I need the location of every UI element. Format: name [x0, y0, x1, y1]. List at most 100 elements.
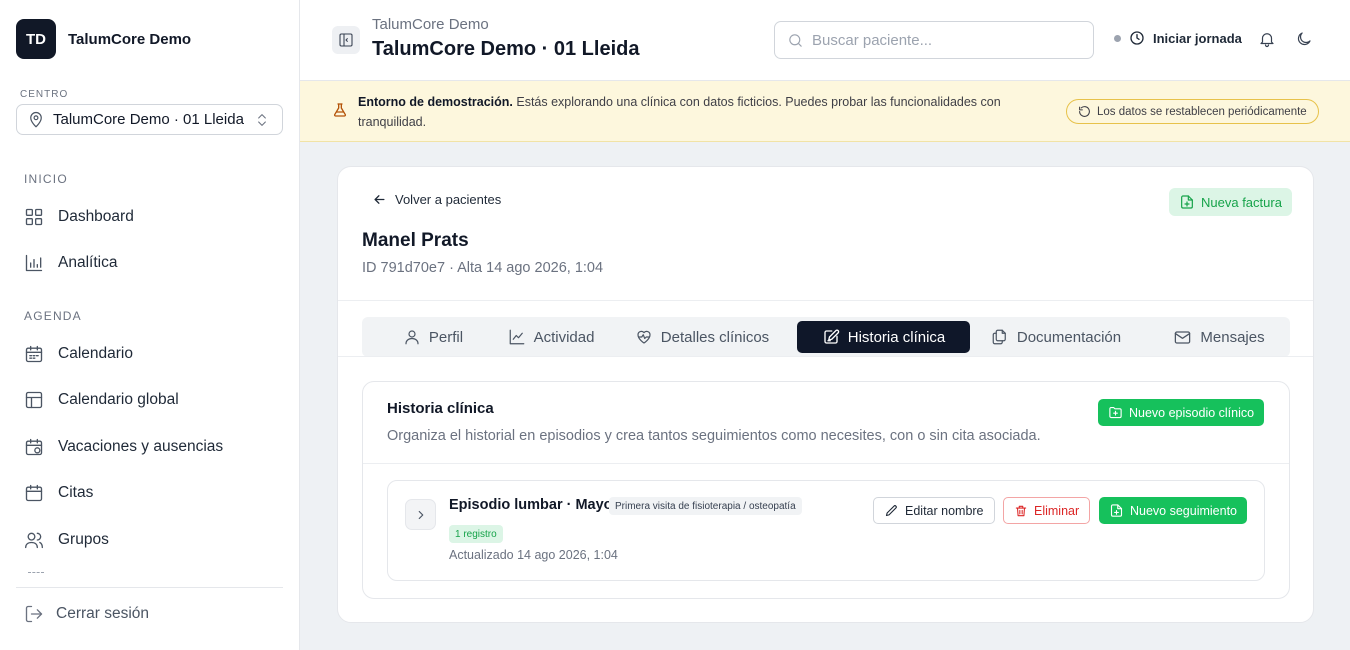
calendar-icon: [24, 483, 44, 503]
calendar-icon: [24, 344, 44, 364]
panel-left-icon: [338, 32, 354, 48]
sidebar-item-label: Dashboard: [58, 208, 134, 225]
new-followup-button[interactable]: Nuevo seguimiento: [1099, 497, 1248, 524]
centro-value: TalumCore Demo · 01 Lleida: [53, 111, 244, 128]
sidebar-divider: [16, 587, 283, 588]
tab-actividad[interactable]: Actividad: [490, 321, 612, 353]
search-input[interactable]: [812, 31, 1072, 49]
breadcrumb: TalumCore Demo: [372, 16, 489, 33]
search-box[interactable]: [774, 21, 1094, 59]
map-pin-icon: [27, 111, 45, 129]
section-description: Organiza el historial en episodios y cre…: [387, 428, 1041, 444]
layout-icon: [24, 390, 44, 410]
sidebar-item-label: Calendario: [58, 345, 133, 362]
trash-icon: [1014, 504, 1028, 518]
demo-banner-text: Entorno de demostración. Estás explorand…: [358, 92, 1018, 132]
start-shift-label: Iniciar jornada: [1153, 30, 1242, 46]
new-followup-label: Nuevo seguimiento: [1130, 503, 1238, 518]
heart-pulse-icon: [635, 328, 653, 346]
delete-episode-button[interactable]: Eliminar: [1003, 497, 1091, 524]
patient-tabs: Perfil Actividad Detalles clínicos Histo…: [362, 317, 1290, 357]
clinical-history-panel: Historia clínica Organiza el historial e…: [362, 381, 1290, 599]
new-invoice-label: Nueva factura: [1201, 194, 1282, 210]
patient-card: Volver a pacientes Nueva factura Manel P…: [337, 166, 1314, 623]
tab-label: Actividad: [533, 328, 595, 346]
divider: [363, 463, 1289, 464]
episode-card: Episodio lumbar · Mayo Primera visita de…: [387, 480, 1265, 581]
calendar-x-icon: [24, 437, 44, 457]
edit-name-label: Editar nombre: [905, 503, 984, 518]
back-to-patients-link[interactable]: Volver a pacientes: [372, 192, 501, 207]
users-icon: [24, 530, 44, 550]
status-dot: [1114, 34, 1121, 42]
sidebar-item-calendario[interactable]: Calendario: [24, 339, 284, 369]
tab-label: Documentación: [1016, 328, 1122, 346]
top-header: TalumCore Demo TalumCore Demo · 01 Lleid…: [300, 0, 1350, 81]
centro-label: CENTRO: [20, 89, 69, 100]
reset-notice-badge: Los datos se restablecen periódicamente: [1066, 99, 1319, 124]
bell-icon[interactable]: [1258, 30, 1278, 50]
rotate-ccw-icon: [1078, 105, 1091, 118]
centro-select[interactable]: TalumCore Demo · 01 Lleida: [16, 104, 283, 135]
new-episode-label: Nuevo episodio clínico: [1129, 405, 1255, 420]
delete-label: Eliminar: [1034, 503, 1080, 518]
patient-name: Manel Prats: [362, 230, 469, 251]
tab-label: Detalles clínicos: [660, 328, 770, 346]
arrow-left-icon: [372, 192, 387, 207]
record-count-badge: 1 registro: [449, 525, 503, 543]
edit-note-icon: [822, 328, 840, 346]
section-title: Historia clínica: [387, 400, 494, 417]
search-icon: [787, 32, 804, 49]
brand-name: TalumCore Demo: [68, 30, 192, 48]
sidebar-item-calendario-global[interactable]: Calendario global: [24, 385, 284, 415]
logout-label: Cerrar sesión: [56, 605, 150, 622]
tab-mensajes[interactable]: Mensajes: [1162, 321, 1276, 353]
tab-detalles-clinicos[interactable]: Detalles clínicos: [622, 321, 782, 353]
sidebar-item-label: Grupos: [58, 531, 109, 548]
episode-title: Episodio lumbar · Mayo: [449, 497, 613, 513]
tab-historia-clinica[interactable]: Historia clínica: [797, 321, 970, 353]
start-shift-button[interactable]: Iniciar jornada: [1114, 30, 1242, 46]
expand-episode-button[interactable]: [405, 499, 436, 530]
tab-perfil[interactable]: Perfil: [382, 321, 484, 353]
episode-type-badge: Primera visita de fisioterapia / osteopa…: [609, 497, 802, 515]
sidebar-item-citas[interactable]: Citas: [24, 478, 284, 508]
back-link-label: Volver a pacientes: [395, 192, 502, 207]
folder-plus-icon: [1108, 405, 1123, 420]
edit-name-button[interactable]: Editar nombre: [873, 497, 995, 524]
tab-label: Historia clínica: [847, 328, 946, 346]
brand-logo: TD: [16, 19, 56, 59]
divider: [338, 356, 1313, 357]
sidebar-item-label: Analítica: [58, 254, 118, 271]
pencil-icon: [884, 503, 899, 518]
chart-icon: [24, 253, 44, 273]
file-plus-icon: [1109, 503, 1124, 518]
user-icon: [403, 328, 421, 346]
patient-meta: ID 791d70e7 · Alta 14 ago 2026, 1:04: [362, 260, 604, 276]
mail-icon: [1173, 328, 1192, 347]
sidebar-item-label: Calendario global: [58, 391, 179, 408]
tab-label: Mensajes: [1200, 328, 1265, 346]
logout-button[interactable]: Cerrar sesión: [24, 604, 149, 624]
demo-banner-bold: Entorno de demostración.: [358, 95, 513, 109]
activity-chart-icon: [508, 328, 526, 346]
new-invoice-button[interactable]: Nueva factura: [1169, 188, 1292, 216]
sidebar-item-vacaciones[interactable]: Vacaciones y ausencias: [24, 432, 284, 462]
sidebar-item-grupos[interactable]: Grupos: [24, 525, 284, 555]
tab-documentacion[interactable]: Documentación: [986, 321, 1126, 353]
divider: [338, 300, 1313, 301]
chevrons-up-down-icon: [254, 112, 270, 128]
sidebar-toggle-button[interactable]: [332, 26, 360, 54]
sidebar-item-dashboard[interactable]: Dashboard: [24, 202, 284, 232]
flask-icon: [332, 101, 348, 119]
section-label-agenda: AGENDA: [24, 309, 82, 323]
sidebar-item-analitica[interactable]: Analítica: [24, 248, 284, 278]
sidebar-item-label: Vacaciones y ausencias: [58, 438, 224, 455]
sidebar: TD TalumCore Demo CENTRO TalumCore Demo …: [0, 0, 300, 650]
new-episode-button[interactable]: Nuevo episodio clínico: [1098, 399, 1265, 426]
moon-icon[interactable]: [1295, 30, 1315, 50]
page-title: TalumCore Demo · 01 Lleida: [372, 38, 640, 60]
brand[interactable]: TD TalumCore Demo: [16, 19, 191, 59]
demo-banner: Entorno de demostración. Estás explorand…: [300, 81, 1350, 142]
file-plus-icon: [1179, 194, 1195, 210]
